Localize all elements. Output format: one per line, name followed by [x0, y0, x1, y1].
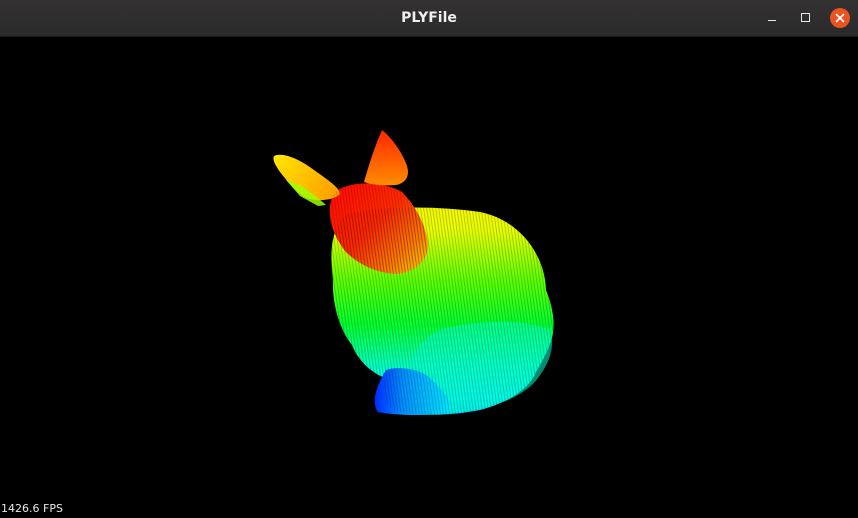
- title-bar[interactable]: PLYFile: [0, 0, 858, 37]
- bunny-point-cloud: [273, 130, 554, 415]
- close-icon: [835, 13, 845, 23]
- minimize-button[interactable]: [762, 8, 782, 28]
- bunny-ear-right: [364, 130, 408, 186]
- fps-counter: 1426.6 FPS: [1, 502, 63, 515]
- window-title: PLYFile: [401, 10, 457, 26]
- maximize-button[interactable]: [796, 8, 816, 28]
- render-viewport[interactable]: 1426.6 FPS: [0, 37, 858, 518]
- close-button[interactable]: [830, 8, 850, 28]
- app-window: PLYFile 1426.6 FPS: [0, 0, 858, 518]
